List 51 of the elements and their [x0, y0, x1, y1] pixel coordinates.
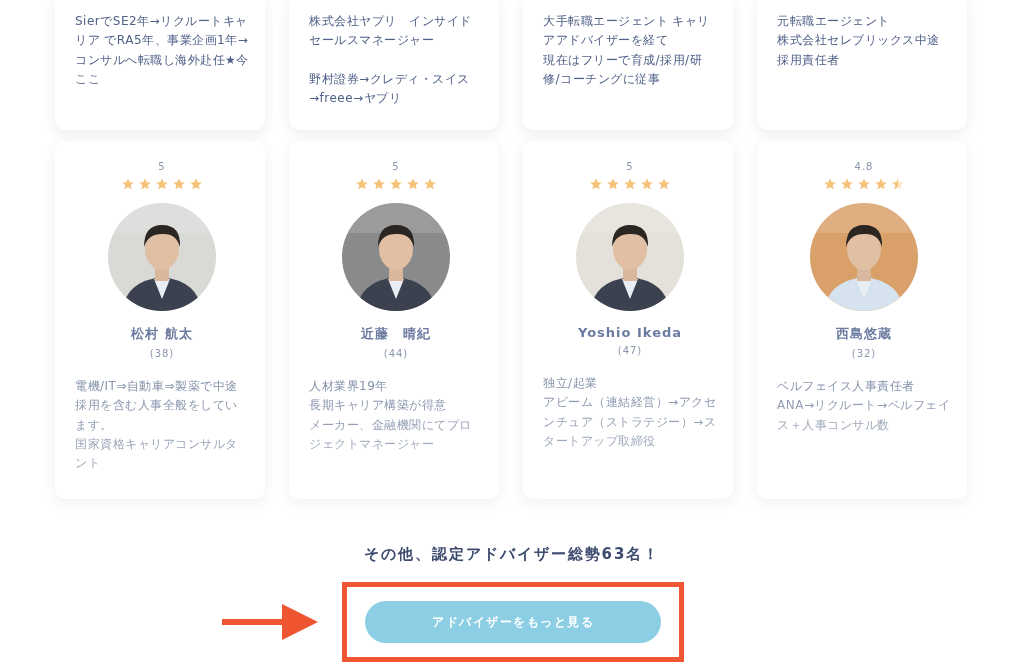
star-icon — [657, 177, 671, 191]
advisor-bio: メーカー、金融機関にてプロジェクトマネージャー — [309, 416, 473, 453]
arrow-icon — [222, 604, 318, 640]
star-icon — [155, 177, 169, 191]
star-icon — [172, 177, 186, 191]
star-icon — [874, 177, 888, 191]
advisor-bio: 国家資格キャリアコンサルタント — [75, 435, 239, 473]
advisor-bio: アビーム（連結経営）→アクセンチュア（ストラテジー）→スタートアップ取締役 — [543, 394, 717, 450]
advisor-bio: 独立/起業 — [543, 375, 599, 392]
advisor-bio: 大手転職エージェント キャリアアドバイザーを経て — [543, 13, 711, 50]
star-icon — [138, 177, 152, 191]
advisor-bio: ANA→リクルート→ベルフェイス＋人事コンサル数 — [777, 397, 951, 434]
advisor-name: 近藤 晴紀 — [361, 325, 431, 343]
star-icon — [121, 177, 135, 191]
star-icon — [423, 177, 437, 191]
advisor-age: (44) — [383, 348, 409, 359]
rating-value: 4.8 — [854, 161, 874, 172]
star-icon — [372, 177, 386, 191]
rating-value: 5 — [626, 161, 634, 172]
advisor-name: Yoshio Ikeda — [577, 325, 683, 340]
star-icon — [406, 177, 420, 191]
advisor-age: (47) — [617, 345, 643, 356]
star-icon — [640, 177, 654, 191]
advisor-bio: SierでSE2年→リクルートキャリア でRA5年、事業企画1年→コンサルへ転職し海外赴任★今ここ — [75, 13, 249, 88]
star-icon — [589, 177, 603, 191]
star-icon — [840, 177, 854, 191]
rating-value: 5 — [158, 161, 166, 172]
star-icon — [823, 177, 837, 191]
advisor-bio: 株式会社ヤプリ インサイドセールスマネージャー — [309, 13, 473, 50]
star-icon — [189, 177, 203, 191]
star-icon — [606, 177, 620, 191]
more-advisors-button[interactable]: アドバイザーをもっと見る — [365, 601, 661, 643]
advisor-name: 松村 航太 — [131, 325, 193, 343]
advisor-bio: 株式会社セレブリックス中途採用責任者 — [777, 32, 941, 69]
advisor-bio: 元転職エージェント — [777, 13, 891, 30]
star-icon — [623, 177, 637, 191]
advisor-bio: 野村證券→クレディ・スイス→freee→ヤプリ — [309, 70, 471, 107]
advisor-bio: ベルフェイス人事責任者 — [777, 378, 916, 395]
advisor-age: (32) — [851, 348, 877, 359]
rating-value: 5 — [392, 161, 400, 172]
star-icon — [355, 177, 369, 191]
advisor-bio: 長期キャリア構築が得意 — [309, 397, 448, 415]
star-icon — [891, 177, 905, 191]
star-icon — [389, 177, 403, 191]
advisor-name: 西島悠蔵 — [836, 325, 892, 343]
advisor-count-heading: その他、認定アドバイザー総勢63名！ — [363, 545, 661, 564]
advisor-bio: 人材業界19年 — [309, 378, 389, 395]
advisor-age: (38) — [149, 348, 175, 359]
star-icon — [857, 177, 871, 191]
advisor-bio: 現在はフリーで育成/採用/研修/コーチングに従事 — [543, 51, 704, 88]
advisor-bio: 電機/IT⇒自動車⇒製薬で中途採用を含む人事全般をしています。 — [75, 378, 239, 434]
